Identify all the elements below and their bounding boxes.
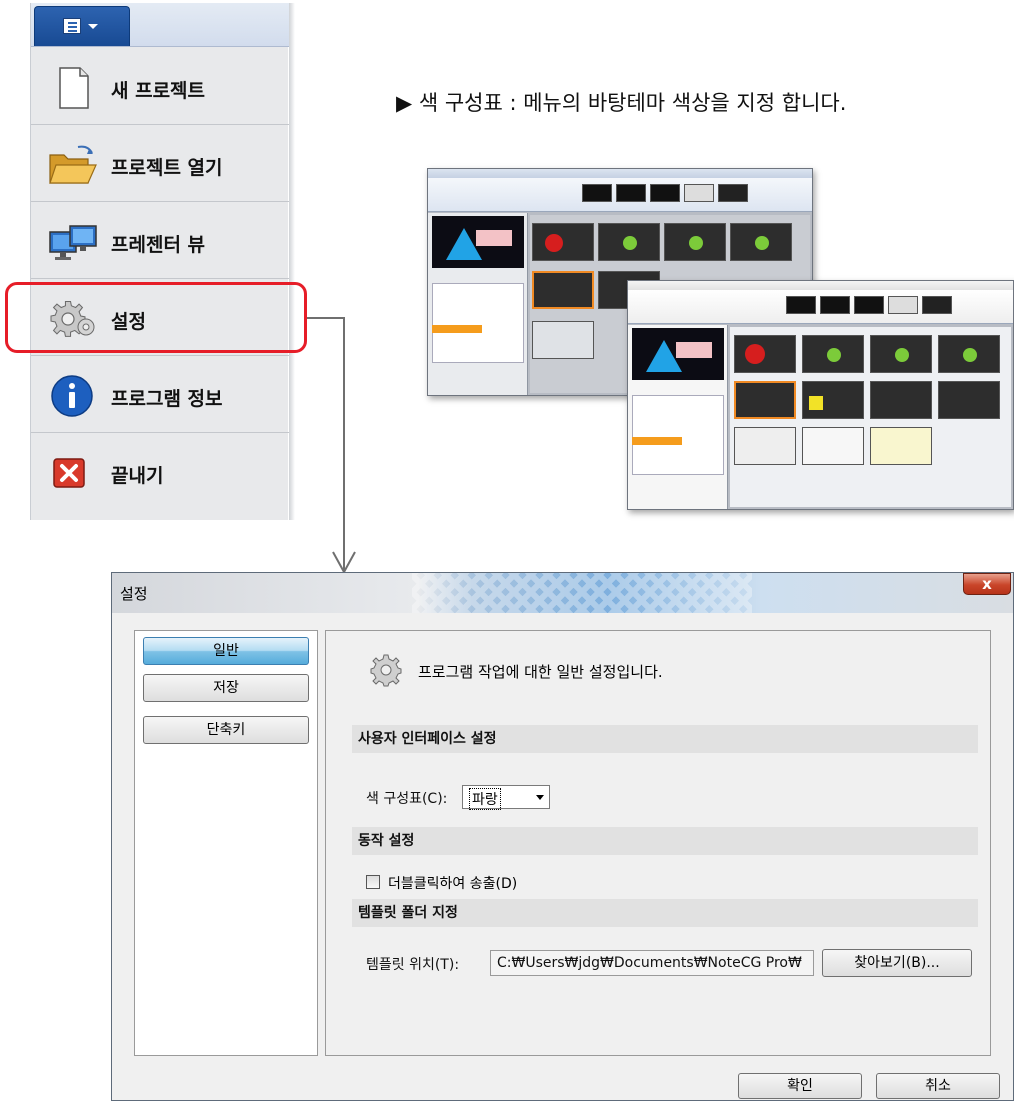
menu-item-label: 프로젝트 열기 bbox=[111, 157, 223, 179]
settings-nav: 일반 저장 단축키 bbox=[134, 630, 318, 1056]
document-icon bbox=[63, 18, 81, 34]
double-click-label[interactable]: 더블클릭하여 송출(D) bbox=[388, 873, 517, 893]
ok-button[interactable]: 확인 bbox=[738, 1073, 862, 1099]
menu-edge bbox=[289, 3, 295, 520]
open-folder-icon bbox=[49, 145, 97, 184]
settings-dialog: 설정 x 일반 저장 단축키 프로그램 작업에 대한 일반 설정입니다. 사용자… bbox=[111, 572, 1014, 1101]
exit-icon bbox=[53, 458, 85, 488]
preview-white-theme bbox=[627, 280, 1014, 510]
menu-item-label: 새 프로젝트 bbox=[111, 80, 206, 102]
chevron-down-icon bbox=[88, 24, 98, 29]
double-click-checkbox[interactable] bbox=[366, 875, 380, 889]
template-location-label: 템플릿 위치(T): bbox=[366, 957, 460, 973]
chevron-down-icon bbox=[536, 795, 544, 800]
dialog-title: 설정 bbox=[120, 585, 148, 603]
menu-item-new-project[interactable]: 새 프로젝트 bbox=[31, 48, 289, 125]
dialog-body: 일반 저장 단축키 프로그램 작업에 대한 일반 설정입니다. 사용자 인터페이… bbox=[112, 613, 1013, 1100]
nav-general[interactable]: 일반 bbox=[143, 637, 309, 665]
nav-save[interactable]: 저장 bbox=[143, 674, 309, 702]
close-button[interactable]: x bbox=[963, 573, 1011, 595]
settings-highlight-frame bbox=[5, 282, 307, 353]
menu-item-presenter-view[interactable]: 프레젠터 뷰 bbox=[31, 202, 289, 279]
browse-button[interactable]: 찾아보기(B)... bbox=[822, 949, 972, 977]
template-location-field[interactable]: C:₩Users₩jdg₩Documents₩NoteCG Pro₩ bbox=[490, 950, 814, 976]
menu-item-exit[interactable]: 끝내기 bbox=[31, 433, 289, 510]
dialog-titlebar[interactable]: 설정 x bbox=[112, 573, 1013, 613]
menu-item-label: 프레젠터 뷰 bbox=[111, 234, 206, 256]
app-menu-button[interactable] bbox=[34, 6, 130, 46]
color-scheme-select[interactable]: 파랑 bbox=[462, 785, 550, 810]
info-icon bbox=[51, 375, 93, 417]
cancel-button[interactable]: 취소 bbox=[876, 1073, 1000, 1099]
gear-icon bbox=[370, 654, 402, 687]
menu-list: 새 프로젝트 프로젝트 열기 프레젠터 뷰 설정 프로그램 정보 끝내기 bbox=[31, 48, 289, 510]
section-action-settings: 동작 설정 bbox=[352, 827, 978, 855]
section-ui-settings: 사용자 인터페이스 설정 bbox=[352, 725, 978, 753]
section-template-folder: 템플릿 폴더 지정 bbox=[352, 899, 978, 927]
application-menu: 새 프로젝트 프로젝트 열기 프레젠터 뷰 설정 프로그램 정보 끝내기 bbox=[30, 3, 289, 520]
settings-content: 프로그램 작업에 대한 일반 설정입니다. 사용자 인터페이스 설정 색 구성표… bbox=[325, 630, 991, 1056]
settings-description: 프로그램 작업에 대한 일반 설정입니다. bbox=[418, 663, 663, 681]
menu-item-program-info[interactable]: 프로그램 정보 bbox=[31, 356, 289, 433]
color-scheme-label: 색 구성표(C): bbox=[366, 791, 448, 807]
color-scheme-callout: ▶ 색 구성표 : 메뉴의 바탕테마 색상을 지정 합니다. bbox=[396, 91, 847, 115]
presenter-monitor-icon bbox=[49, 225, 97, 260]
menu-item-label: 끝내기 bbox=[111, 465, 164, 487]
menu-item-label: 프로그램 정보 bbox=[111, 388, 223, 410]
ribbon-strip bbox=[31, 3, 289, 47]
color-scheme-value: 파랑 bbox=[469, 788, 501, 810]
nav-shortcuts[interactable]: 단축키 bbox=[143, 716, 309, 744]
new-document-icon bbox=[59, 67, 89, 109]
menu-item-open-project[interactable]: 프로젝트 열기 bbox=[31, 125, 289, 202]
